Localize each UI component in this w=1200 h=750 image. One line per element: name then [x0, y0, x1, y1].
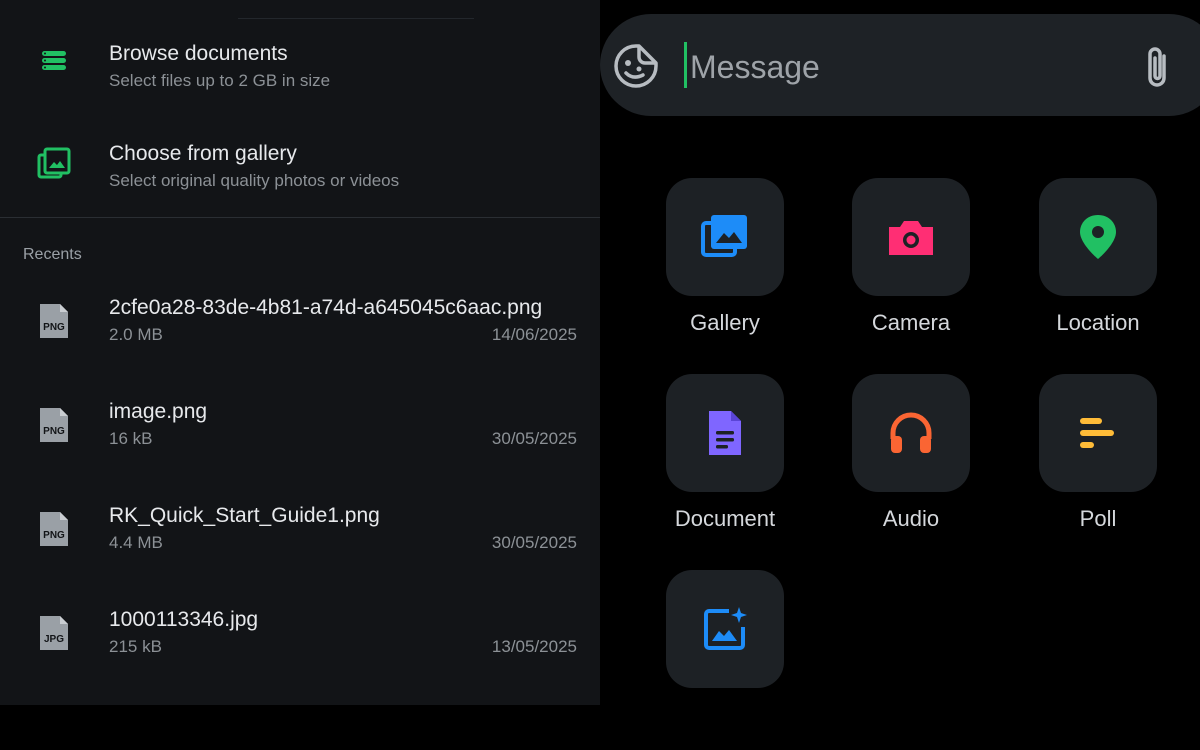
png-file-icon: PNG: [38, 406, 70, 444]
tile[interactable]: [1039, 374, 1157, 492]
tile-label: Gallery: [690, 310, 760, 335]
recent-file-row[interactable]: PNG RK_Quick_Start_Guide1.png 4.4 MB 30/…: [0, 498, 600, 588]
drag-handle[interactable]: [238, 18, 474, 19]
choose-from-gallery-option[interactable]: Choose from gallery Select original qual…: [0, 126, 600, 206]
document-stack-icon: [36, 42, 72, 78]
tile-label: Camera: [871, 310, 951, 335]
tile[interactable]: [666, 570, 784, 688]
file-date: 30/05/2025: [491, 533, 577, 552]
file-name: 2cfe0a28-83de-4b81-a74d-a645045c6aac.png: [109, 296, 543, 319]
tile-label: Location: [1056, 310, 1140, 335]
file-name: RK_Quick_Start_Guide1.png: [109, 504, 380, 527]
gallery-icon: [701, 215, 747, 257]
option-subtitle: Select original quality photos or videos: [109, 171, 400, 190]
paperclip-icon[interactable]: [1140, 42, 1174, 92]
attach-poll-button[interactable]: Poll: [1018, 374, 1178, 554]
tile[interactable]: [666, 374, 784, 492]
recent-file-row[interactable]: JPG 1000113346.jpg 215 kB 13/05/2025: [0, 602, 600, 692]
tile-label: Document: [674, 506, 776, 531]
option-title: Browse documents: [109, 42, 288, 65]
browse-documents-option[interactable]: Browse documents Select files up to 2 GB…: [0, 26, 600, 106]
gallery-icon: [36, 146, 72, 182]
recent-file-row[interactable]: PNG image.png 16 kB 30/05/2025: [0, 394, 600, 484]
attach-gallery-button[interactable]: Gallery: [645, 178, 805, 358]
text-cursor: [684, 42, 687, 88]
tile-label: Poll: [1079, 506, 1117, 531]
attach-camera-button[interactable]: Camera: [831, 178, 991, 358]
file-date: 30/05/2025: [491, 429, 577, 448]
headphones-icon: [890, 412, 932, 453]
file-date: 14/06/2025: [491, 325, 577, 344]
option-title: Choose from gallery: [109, 142, 297, 165]
attach-audio-button[interactable]: Audio: [831, 374, 991, 554]
tile[interactable]: [852, 374, 970, 492]
file-type-label: PNG: [43, 322, 65, 333]
jpg-file-icon: JPG: [38, 614, 70, 652]
file-type-label: PNG: [43, 530, 65, 541]
file-date: 13/05/2025: [491, 637, 577, 656]
tile-label: Audio: [882, 506, 940, 531]
file-type-label: PNG: [43, 426, 65, 437]
document-icon: [709, 411, 741, 455]
ai-image-icon: [704, 607, 747, 650]
attach-ai-image-button[interactable]: [645, 570, 805, 750]
sticker-icon[interactable]: [613, 43, 659, 89]
file-size: 16 kB: [109, 429, 153, 448]
section-divider: [0, 217, 600, 218]
chat-attach-panel: Gallery Camera Location: [600, 0, 1200, 705]
poll-icon: [1080, 418, 1114, 448]
attach-location-button[interactable]: Location: [1018, 178, 1178, 358]
option-subtitle: Select files up to 2 GB in size: [109, 71, 331, 90]
recent-file-row[interactable]: PNG 2cfe0a28-83de-4b81-a74d-a645045c6aac…: [0, 290, 600, 380]
png-file-icon: PNG: [38, 510, 70, 548]
file-type-label: JPG: [43, 634, 64, 645]
tile[interactable]: [1039, 178, 1157, 296]
tile[interactable]: [666, 178, 784, 296]
message-input[interactable]: [688, 44, 1132, 90]
attach-file-panel: Browse documents Select files up to 2 GB…: [0, 0, 600, 705]
tile[interactable]: [852, 178, 970, 296]
file-size: 2.0 MB: [109, 325, 163, 344]
file-name: image.png: [109, 400, 208, 423]
message-composer: [600, 14, 1200, 116]
file-size: 215 kB: [109, 637, 162, 656]
file-name: 1000113346.jpg: [109, 608, 259, 631]
png-file-icon: PNG: [38, 302, 70, 340]
camera-icon: [889, 221, 933, 255]
recents-heading: Recents: [23, 246, 82, 263]
location-pin-icon: [1080, 215, 1116, 259]
file-size: 4.4 MB: [109, 533, 163, 552]
attach-document-button[interactable]: Document: [645, 374, 805, 554]
